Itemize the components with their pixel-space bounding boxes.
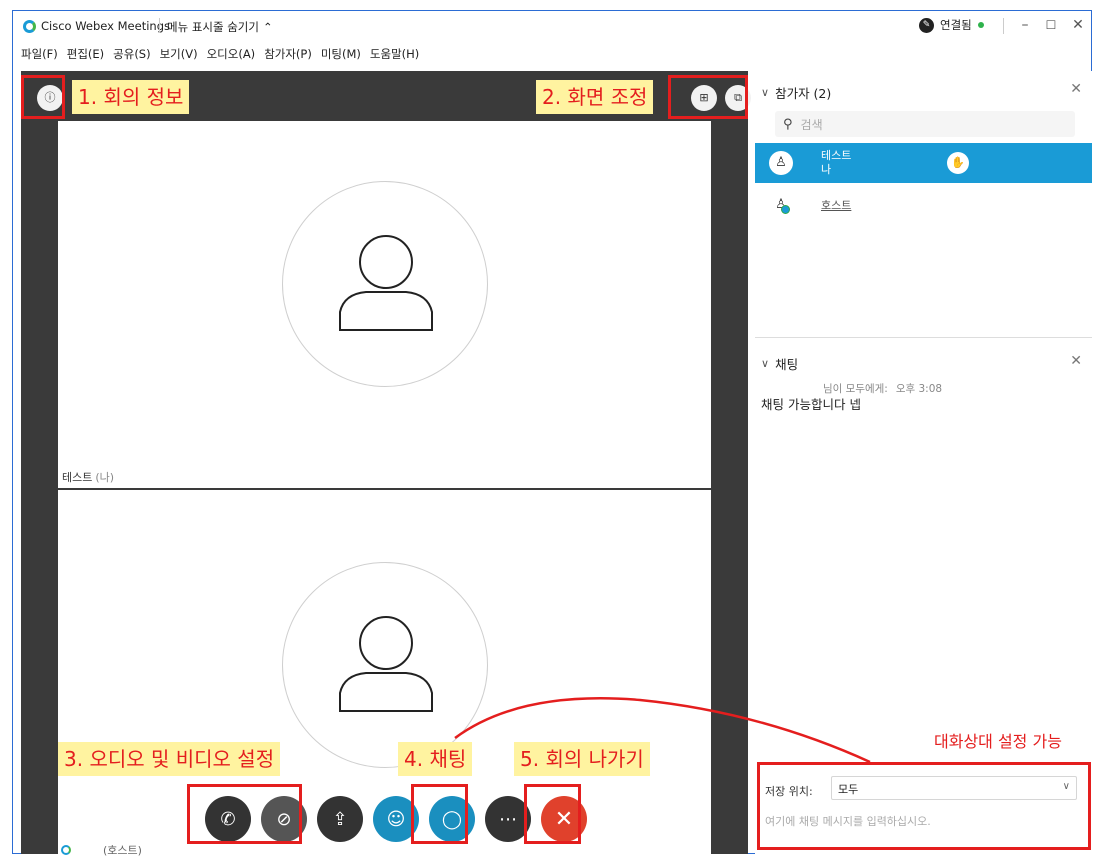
annotation-arrow [454,697,871,764]
